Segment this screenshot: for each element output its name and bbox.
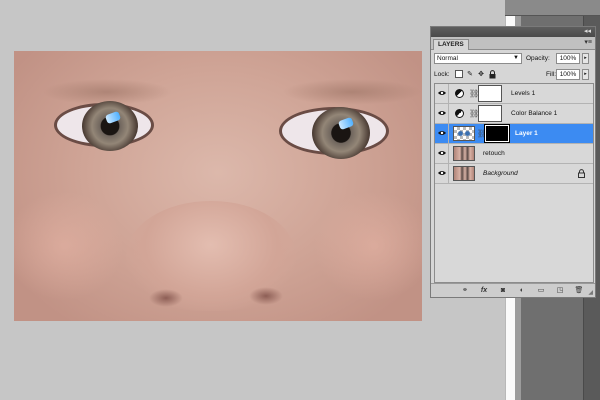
panel-titlebar[interactable]: ◂◂ [431, 27, 595, 37]
document-canvas-image[interactable] [14, 51, 422, 321]
chain-link-icon[interactable]: ⛓ [469, 108, 479, 119]
lock-all-icon[interactable] [488, 70, 496, 79]
chevron-down-icon: ▼ [513, 55, 519, 61]
lock-icon [578, 169, 585, 178]
left-iris [82, 101, 138, 151]
trash-icon[interactable]: 🗑 [573, 286, 585, 296]
layer-thumbnail[interactable] [453, 166, 475, 181]
layers-list: ⛓ Levels 1 ⛓ Color Balance 1 ⛓ Layer 1 r… [434, 83, 594, 283]
right-iris [312, 107, 370, 159]
visibility-toggle[interactable] [435, 124, 449, 143]
lock-transparent-icon[interactable] [455, 70, 463, 78]
layers-panel: ◂◂ LAYERS ▾≡ Normal ▼ Opacity: 100% ▸ Lo… [430, 26, 596, 298]
fill-slider-button[interactable]: ▸ [582, 69, 589, 80]
tab-layers[interactable]: LAYERS [433, 39, 469, 50]
fx-icon[interactable]: fx [478, 286, 490, 296]
layer-thumbnail[interactable] [453, 126, 475, 141]
collapse-icon[interactable]: ◂◂ [584, 28, 591, 36]
new-layer-icon[interactable]: ◳ [554, 286, 566, 296]
opacity-field[interactable]: 100% [556, 53, 580, 64]
layer-row-layer-1[interactable]: ⛓ Layer 1 [435, 124, 593, 144]
layer-row-background[interactable]: Background [435, 164, 593, 184]
panel-tabs: LAYERS ▾≡ [431, 37, 595, 50]
adjustment-layer-icon [455, 109, 464, 118]
visibility-toggle[interactable] [435, 164, 449, 183]
eye-icon [438, 111, 446, 115]
layer-mask-thumbnail[interactable] [478, 105, 502, 122]
layer-name: Background [483, 170, 518, 177]
chain-link-icon[interactable]: ⛓ [477, 128, 487, 139]
dock-header [505, 0, 600, 16]
link-layers-icon[interactable]: ⚭ [459, 286, 471, 296]
lock-position-icon[interactable]: ✥ [477, 70, 485, 79]
opacity-label: Opacity: [526, 55, 550, 62]
eye-icon [438, 131, 446, 135]
lock-label: Lock: [434, 71, 450, 78]
new-group-icon[interactable]: ▭ [535, 286, 547, 296]
eye-icon [438, 91, 446, 95]
layer-name: retouch [483, 150, 505, 157]
visibility-toggle[interactable] [435, 104, 449, 123]
chain-link-icon[interactable]: ⛓ [469, 88, 479, 99]
visibility-toggle[interactable] [435, 84, 449, 103]
eye-icon [438, 151, 446, 155]
layer-mask-thumbnail[interactable] [478, 85, 502, 102]
adjustment-layer-icon [455, 89, 464, 98]
layer-name: Levels 1 [511, 90, 536, 97]
fill-field[interactable]: 100% [556, 69, 580, 80]
layer-row-levels-1[interactable]: ⛓ Levels 1 [435, 84, 593, 104]
layer-row-retouch[interactable]: retouch [435, 144, 593, 164]
layer-row-color-balance-1[interactable]: ⛓ Color Balance 1 [435, 104, 593, 124]
blend-row: Normal ▼ Opacity: 100% ▸ [434, 53, 594, 65]
lock-row: Lock: ✎ ✥ Fill: 100% ▸ [434, 69, 594, 81]
fill-label: Fill: [546, 71, 557, 78]
panel-footer: ⚭ fx ◙ ◐ ▭ ◳ 🗑 ◢ [431, 283, 595, 297]
layer-name: Color Balance 1 [511, 110, 558, 117]
lock-pixels-icon[interactable]: ✎ [466, 70, 474, 79]
opacity-slider-button[interactable]: ▸ [582, 53, 589, 64]
resize-grip-icon[interactable]: ◢ [588, 289, 593, 296]
eye-icon [438, 171, 446, 175]
blend-mode-select[interactable]: Normal ▼ [434, 53, 522, 64]
layer-name: Layer 1 [515, 130, 538, 137]
add-mask-icon[interactable]: ◙ [497, 286, 509, 296]
layer-mask-thumbnail[interactable] [484, 124, 510, 143]
new-adjustment-icon[interactable]: ◐ [516, 286, 528, 296]
layer-thumbnail[interactable] [453, 146, 475, 161]
panel-menu-icon[interactable]: ▾≡ [584, 39, 592, 47]
visibility-toggle[interactable] [435, 144, 449, 163]
